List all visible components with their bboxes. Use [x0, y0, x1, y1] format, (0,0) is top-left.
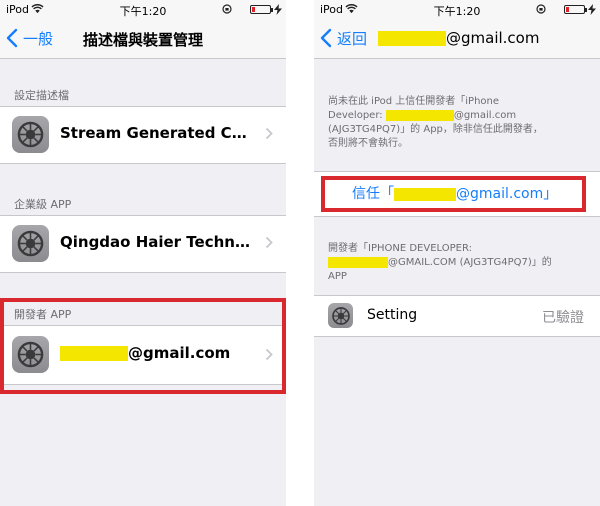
navigation-bar: 返回 @gmail.com — [314, 20, 600, 59]
verified-status: 已驗證 — [542, 310, 584, 326]
enterprise-app-group: Qingdao Haier Technolog... — [0, 215, 286, 273]
section-header-enterprise-app: 企業級 APP — [14, 198, 72, 211]
gear-icon — [12, 225, 49, 262]
page-title: 描述檔與裝置管理 — [82, 31, 203, 49]
description-line: 開發者「IPHONE DEVELOPER: — [328, 243, 472, 254]
redacted-email — [378, 31, 446, 46]
gear-icon — [328, 303, 353, 328]
rotation-lock-icon — [222, 4, 232, 14]
developer-detail-screen: iPod 下午1:20 返回 @gmail.com 尚未在此 iPod 上信任開… — [314, 0, 600, 506]
rotation-lock-icon — [536, 4, 546, 14]
untrusted-developer-description: 尚未在此 iPod 上信任開發者「iPhone Developer: @gmai… — [328, 95, 586, 151]
page-title: @gmail.com — [378, 29, 539, 47]
app-list: Setting 已驗證 — [314, 295, 600, 337]
battery-icon — [250, 5, 273, 14]
highlight-box-developer-app — [0, 298, 286, 394]
description-line: 否則將不會執行。 — [328, 138, 408, 149]
description-line: @GMAIL.COM (AJG3TG4PQ7)」的 — [328, 256, 586, 270]
chevron-right-icon — [265, 127, 273, 140]
redacted-email — [328, 256, 388, 268]
profile-row[interactable]: Stream Generated CA 0D... — [0, 107, 286, 163]
profile-name: Stream Generated CA 0D... — [60, 124, 258, 142]
redacted-email — [385, 109, 454, 121]
description-line: APP — [328, 271, 347, 282]
navigation-bar: 一般 描述檔與裝置管理 — [0, 20, 286, 59]
description-line: 尚未在此 iPod 上信任開發者「iPhone — [328, 96, 500, 107]
title-email-suffix: @gmail.com — [446, 29, 540, 47]
description-line: Developer: @gmail.com — [328, 109, 517, 121]
section-header-profiles: 設定描述檔 — [14, 89, 69, 102]
chevron-left-icon — [320, 28, 332, 48]
profiles-device-management-screen: iPod 下午1:20 一般 描述檔與裝置管理 設定描述檔 Stream Gen… — [0, 0, 286, 506]
status-bar: iPod 下午1:20 — [314, 0, 600, 20]
gear-icon — [12, 116, 49, 153]
enterprise-app-name: Qingdao Haier Technolog... — [60, 233, 258, 251]
profile-group: Stream Generated CA 0D... — [0, 106, 286, 164]
status-time: 下午1:20 — [119, 5, 167, 18]
description-line: (AJG3TG4PQ7)」的 App，除非信任此開發者， — [328, 124, 543, 135]
developer-info-description: 開發者「IPHONE DEVELOPER: @GMAIL.COM (AJG3TG… — [328, 242, 586, 284]
back-label: 返回 — [337, 29, 368, 48]
status-bar: iPod 下午1:20 — [0, 0, 286, 20]
battery-icon — [564, 5, 587, 14]
status-time: 下午1:20 — [433, 5, 481, 18]
charging-icon — [588, 4, 596, 15]
chevron-right-icon — [265, 236, 273, 249]
charging-icon — [274, 4, 282, 15]
highlight-box-trust — [321, 176, 586, 212]
enterprise-app-row[interactable]: Qingdao Haier Technolog... — [0, 216, 286, 272]
app-name: Setting — [367, 307, 418, 323]
back-button[interactable]: 返回 — [320, 27, 367, 49]
